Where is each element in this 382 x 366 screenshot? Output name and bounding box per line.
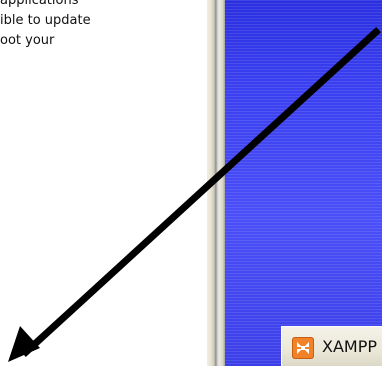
- annotation-arrow: [8, 27, 381, 362]
- screenshot-stage: applications ible to update oot your XAM…: [0, 0, 382, 366]
